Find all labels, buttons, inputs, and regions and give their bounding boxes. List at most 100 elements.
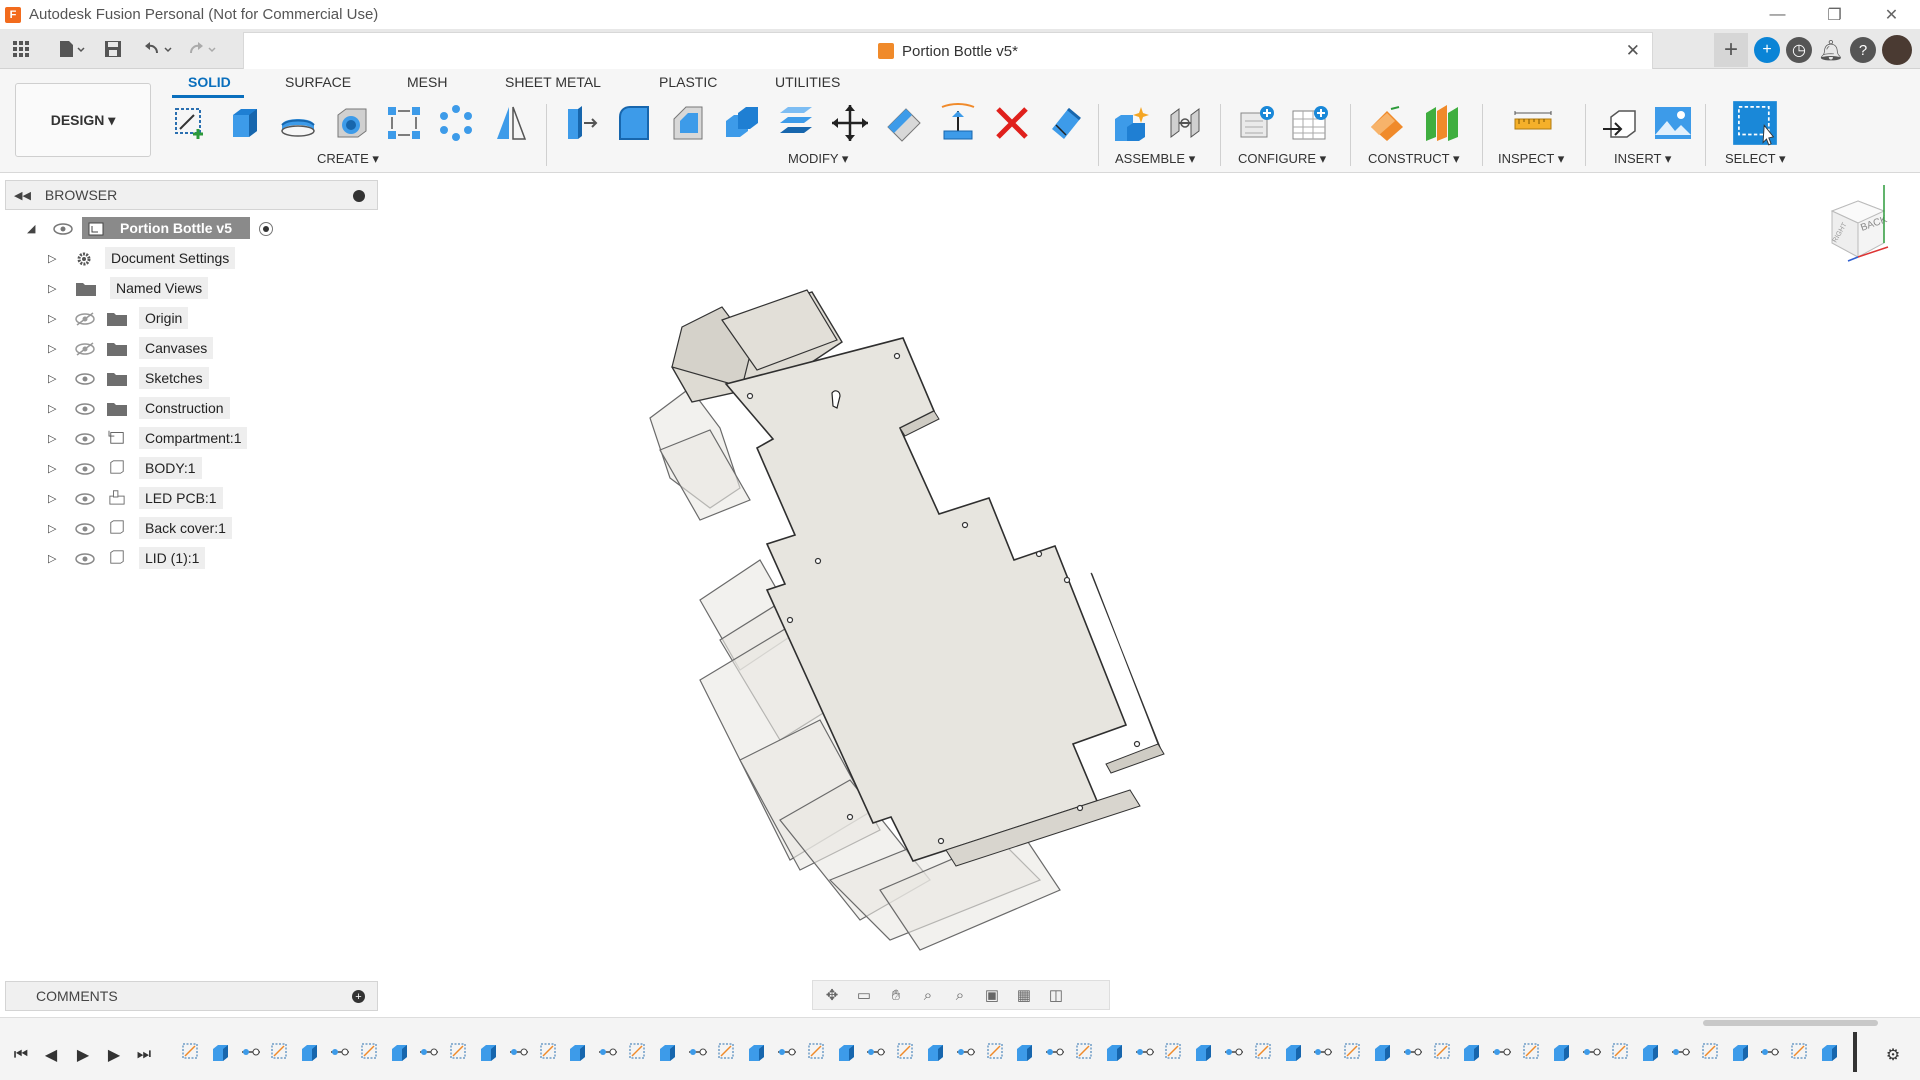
joint-feature-icon[interactable] xyxy=(1134,1041,1156,1063)
user-avatar[interactable] xyxy=(1882,35,1912,65)
visibility-eye-icon[interactable] xyxy=(75,402,95,416)
select-tool-icon[interactable] xyxy=(1730,99,1780,147)
revolve-icon[interactable] xyxy=(277,102,319,144)
redo-icon[interactable] xyxy=(184,34,224,64)
tab-surface[interactable]: SURFACE xyxy=(285,74,351,90)
modify-group-menu[interactable]: MODIFY ▾ xyxy=(788,151,848,167)
extrude-feature-icon[interactable] xyxy=(1283,1041,1305,1063)
joint-feature-icon[interactable] xyxy=(508,1041,530,1063)
insert-derive-icon[interactable] xyxy=(1600,102,1642,144)
new-tab-plus-icon[interactable]: + xyxy=(1714,33,1748,67)
extrude-feature-icon[interactable] xyxy=(657,1041,679,1063)
expand-triangle-icon[interactable]: ▷ xyxy=(48,282,58,295)
expand-triangle-icon[interactable]: ▷ xyxy=(48,432,58,445)
sketch-feature-icon[interactable] xyxy=(1610,1041,1632,1063)
joint-feature-icon[interactable] xyxy=(1402,1041,1424,1063)
sketch-feature-icon[interactable] xyxy=(1789,1041,1811,1063)
canvas-viewport[interactable] xyxy=(380,173,1920,1013)
chamfer-icon[interactable] xyxy=(667,102,709,144)
offset-face-icon[interactable] xyxy=(775,102,817,144)
align-icon[interactable] xyxy=(937,102,979,144)
pan-hand-icon[interactable]: ✋︎ xyxy=(883,983,909,1007)
extrude-feature-icon[interactable] xyxy=(1551,1041,1573,1063)
inspect-group-menu[interactable]: INSPECT ▾ xyxy=(1498,151,1564,167)
extrude-feature-icon[interactable] xyxy=(836,1041,858,1063)
close-window-button[interactable]: ✕ xyxy=(1863,0,1920,29)
press-pull-icon[interactable] xyxy=(559,102,601,144)
joint-feature-icon[interactable] xyxy=(1044,1041,1066,1063)
configure-group-menu[interactable]: CONFIGURE ▾ xyxy=(1238,151,1326,167)
joint-feature-icon[interactable] xyxy=(687,1041,709,1063)
sketch-feature-icon[interactable] xyxy=(1521,1041,1543,1063)
viewports-icon[interactable]: ◫ xyxy=(1043,983,1069,1007)
extrude-feature-icon[interactable] xyxy=(1014,1041,1036,1063)
look-at-icon[interactable]: ▭ xyxy=(851,983,877,1007)
timeline-play-icon[interactable]: ▶ xyxy=(72,1044,94,1066)
expand-triangle-icon[interactable]: ▷ xyxy=(48,522,58,535)
extrude-feature-icon[interactable] xyxy=(389,1041,411,1063)
expand-triangle-icon[interactable]: ▷ xyxy=(48,342,58,355)
extrude-feature-icon[interactable] xyxy=(1730,1041,1752,1063)
joint-feature-icon[interactable] xyxy=(1491,1041,1513,1063)
select-group-menu[interactable]: SELECT ▾ xyxy=(1725,151,1785,167)
timeline-settings-gear-icon[interactable]: ⚙ xyxy=(1882,1044,1904,1066)
comments-panel[interactable]: COMMENTS + xyxy=(5,981,378,1011)
joint-feature-icon[interactable] xyxy=(1223,1041,1245,1063)
sketch-feature-icon[interactable] xyxy=(269,1041,291,1063)
visibility-eye-icon[interactable] xyxy=(75,462,95,476)
insert-canvas-icon[interactable] xyxy=(1652,102,1694,144)
minimize-button[interactable]: — xyxy=(1749,0,1806,29)
expand-triangle-icon[interactable]: ▷ xyxy=(48,252,58,265)
browser-header[interactable]: ◀◀ BROWSER xyxy=(5,180,378,210)
expand-triangle-icon[interactable]: ▷ xyxy=(48,462,58,475)
grid-settings-icon[interactable]: ▦ xyxy=(1011,983,1037,1007)
extensions-icon[interactable]: + xyxy=(1754,37,1780,63)
joint-icon[interactable] xyxy=(1164,102,1206,144)
extrude-feature-icon[interactable] xyxy=(1372,1041,1394,1063)
sketch-feature-icon[interactable] xyxy=(1342,1041,1364,1063)
sketch-feature-icon[interactable] xyxy=(180,1041,202,1063)
sketch-feature-icon[interactable] xyxy=(716,1041,738,1063)
visibility-eye-icon[interactable] xyxy=(75,522,95,536)
tab-utilities[interactable]: UTILITIES xyxy=(775,74,840,90)
sketch-feature-icon[interactable] xyxy=(359,1041,381,1063)
tab-sheet-metal[interactable]: SHEET METAL xyxy=(505,74,601,90)
visibility-eye-icon[interactable] xyxy=(53,222,73,236)
3d-model[interactable] xyxy=(380,173,1920,1013)
new-component-icon[interactable] xyxy=(1110,102,1152,144)
circular-pattern-icon[interactable] xyxy=(435,102,477,144)
joint-feature-icon[interactable] xyxy=(1670,1041,1692,1063)
visibility-eye-icon[interactable] xyxy=(75,492,95,506)
sketch-feature-icon[interactable] xyxy=(985,1041,1007,1063)
tab-mesh[interactable]: MESH xyxy=(407,74,447,90)
extrude-feature-icon[interactable] xyxy=(299,1041,321,1063)
joint-feature-icon[interactable] xyxy=(955,1041,977,1063)
assemble-group-menu[interactable]: ASSEMBLE ▾ xyxy=(1115,151,1195,167)
save-icon[interactable] xyxy=(98,34,128,64)
move-copy-icon[interactable] xyxy=(829,102,871,144)
extrude-icon[interactable] xyxy=(224,102,266,144)
expand-triangle-icon[interactable]: ▷ xyxy=(48,552,58,565)
hidden-eye-icon[interactable] xyxy=(75,342,95,356)
restore-button[interactable]: ❐ xyxy=(1806,0,1863,29)
timeline-first-icon[interactable]: ⏮︎ xyxy=(10,1044,32,1066)
configuration-table-icon[interactable] xyxy=(1290,102,1332,144)
sketch-feature-icon[interactable] xyxy=(895,1041,917,1063)
extrude-feature-icon[interactable] xyxy=(1819,1041,1841,1063)
sketch-feature-icon[interactable] xyxy=(627,1041,649,1063)
expand-triangle-icon[interactable]: ▷ xyxy=(48,372,58,385)
insert-group-menu[interactable]: INSERT ▾ xyxy=(1614,151,1671,167)
sketch-feature-icon[interactable] xyxy=(1074,1041,1096,1063)
joint-feature-icon[interactable] xyxy=(1312,1041,1334,1063)
file-menu-icon[interactable] xyxy=(52,34,92,64)
joint-feature-icon[interactable] xyxy=(865,1041,887,1063)
browser-options-icon[interactable] xyxy=(353,190,365,202)
extrude-feature-icon[interactable] xyxy=(1104,1041,1126,1063)
timeline-next-icon[interactable]: ▶ xyxy=(103,1044,125,1066)
timeline-scrollbar[interactable] xyxy=(1703,1020,1878,1026)
physical-material-icon[interactable] xyxy=(1045,102,1087,144)
joint-feature-icon[interactable] xyxy=(240,1041,262,1063)
create-group-menu[interactable]: CREATE ▾ xyxy=(317,151,379,167)
shell-combine-icon[interactable] xyxy=(721,102,763,144)
measure-icon[interactable] xyxy=(1512,102,1554,144)
